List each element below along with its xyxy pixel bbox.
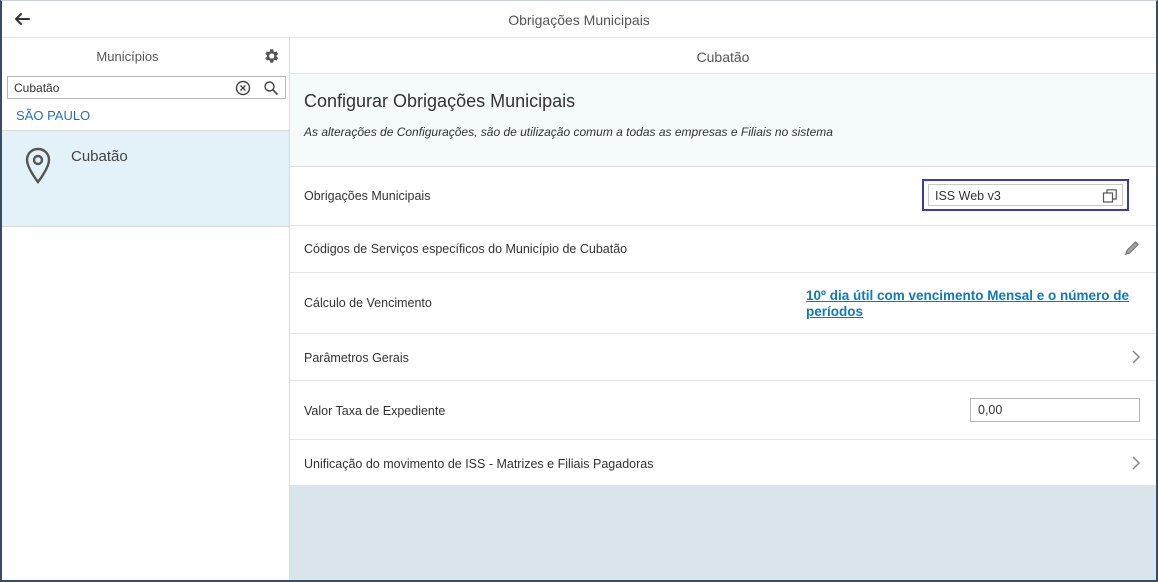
- row-label: Cálculo de Vencimento: [304, 296, 432, 310]
- row-label: Valor Taxa de Expediente: [304, 404, 446, 418]
- search-input[interactable]: [8, 77, 228, 98]
- config-title: Configurar Obrigações Municipais: [304, 91, 576, 111]
- row-parametros-gerais[interactable]: Parâmetros Gerais: [290, 334, 1156, 381]
- row-taxa-expediente: Valor Taxa de Expediente: [290, 381, 1156, 440]
- row-calculo-vencimento: Cálculo de Vencimento 10º dia útil com v…: [290, 273, 1156, 334]
- obrigacoes-value: ISS Web v3: [935, 189, 1001, 203]
- row-label: Códigos de Serviços específicos do Munic…: [304, 242, 628, 256]
- row-label: Parâmetros Gerais: [304, 351, 409, 365]
- list-item-cubatao[interactable]: Cubatão: [2, 131, 289, 227]
- config-subtitle: As alterações de Configurações, são de u…: [304, 125, 833, 139]
- municipios-header: Municípios: [2, 38, 289, 74]
- row-codigos-servicos: Códigos de Serviços específicos do Munic…: [290, 226, 1156, 273]
- municipios-panel: Municípios SÃO PAULO: [2, 38, 290, 580]
- clear-icon: [235, 80, 251, 96]
- map-pin-icon: [25, 147, 51, 184]
- row-label: Obrigações Municipais: [304, 189, 431, 203]
- pencil-icon: [1125, 241, 1139, 255]
- clear-search-button[interactable]: [235, 80, 251, 96]
- taxa-expediente-input[interactable]: [970, 398, 1140, 422]
- chevron-right-icon: [1132, 350, 1141, 364]
- detail-panel: Cubatão Configurar Obrigações Municipais…: [290, 38, 1156, 580]
- obrigacoes-value-field[interactable]: ISS Web v3: [928, 184, 1123, 206]
- vencimento-link[interactable]: 10º dia útil com vencimento Mensal e o n…: [806, 288, 1136, 320]
- search-field: [7, 76, 286, 99]
- row-unificacao-iss[interactable]: Unificação do movimento de ISS - Matrize…: [290, 440, 1156, 486]
- gear-icon: [265, 49, 279, 63]
- obrigacoes-select[interactable]: ISS Web v3: [922, 179, 1129, 211]
- detail-header: Cubatão: [290, 38, 1156, 74]
- chevron-right-icon: [1132, 456, 1141, 470]
- search-icon: [264, 81, 279, 96]
- search-button[interactable]: [263, 80, 279, 96]
- row-label: Unificação do movimento de ISS - Matrize…: [304, 457, 654, 471]
- settings-button[interactable]: [262, 47, 280, 65]
- title-bar: Obrigações Municipais: [2, 1, 1156, 38]
- copy-icon[interactable]: [1102, 188, 1118, 204]
- page-title: Obrigações Municipais: [508, 12, 650, 28]
- group-header-sao-paulo: SÃO PAULO: [2, 104, 289, 131]
- list-item-label: Cubatão: [71, 148, 128, 165]
- config-section: Configurar Obrigações Municipais As alte…: [290, 74, 1156, 167]
- edit-codigos-button[interactable]: [1124, 240, 1140, 256]
- row-obrigacoes-municipais: Obrigações Municipais ISS Web v3: [290, 167, 1156, 226]
- municipios-title: Municípios: [96, 49, 159, 64]
